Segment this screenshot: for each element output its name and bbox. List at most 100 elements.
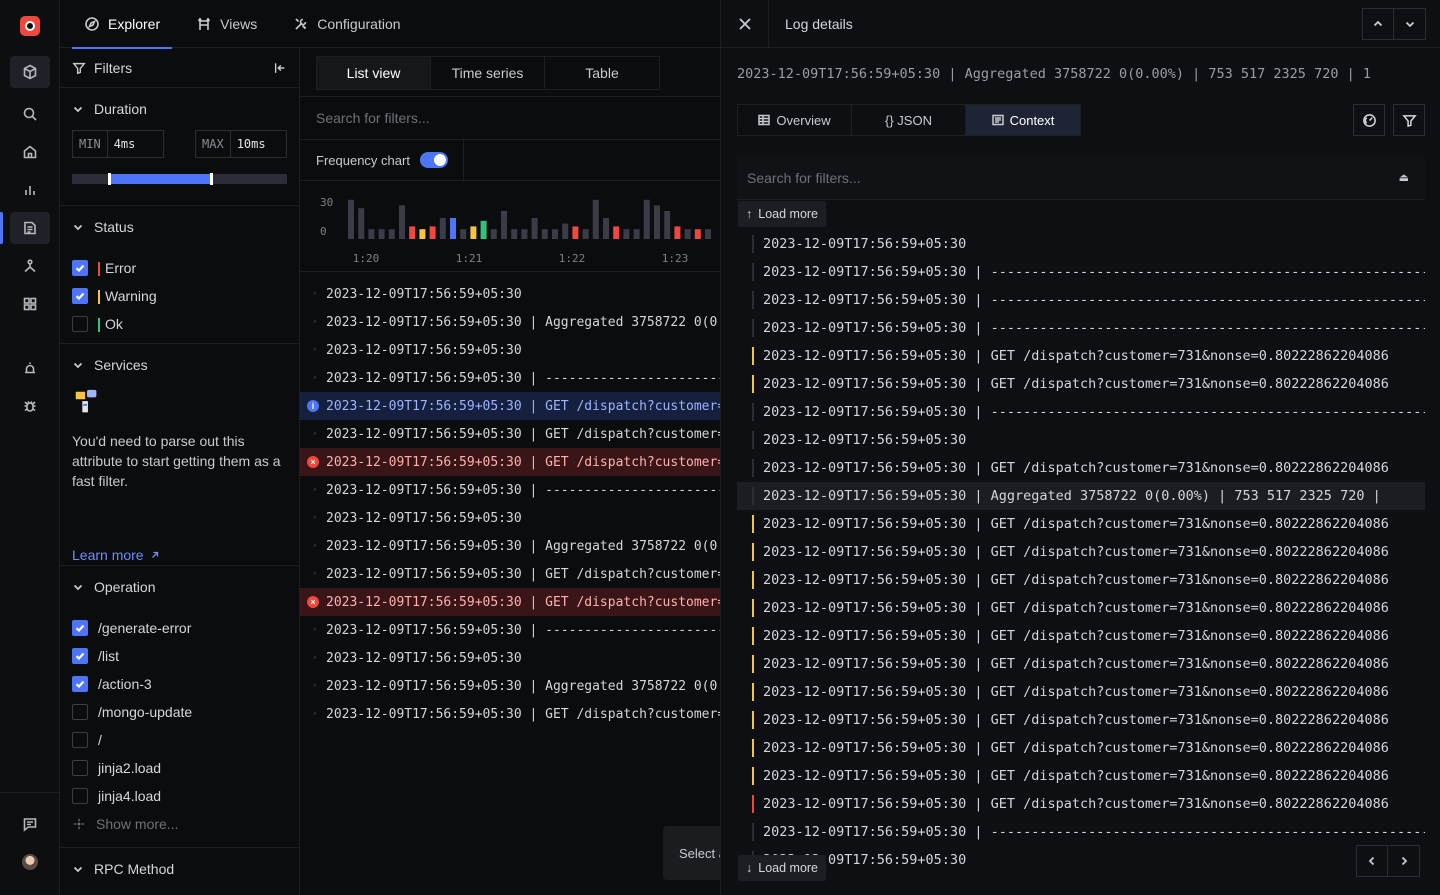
context-row[interactable]: 2023-12-09T17:56:59+05:30 | ------------… [737, 286, 1425, 314]
status-toggle[interactable]: Status [60, 206, 299, 248]
rpc-method-toggle[interactable]: RPC Method [60, 848, 299, 890]
pager-next-button[interactable] [1388, 846, 1419, 876]
context-row[interactable]: 2023-12-09T17:56:59+05:30 [737, 230, 1425, 258]
log-row[interactable]: i 2023-12-09T17:56:59+05:30 | GET /dispat… [300, 392, 720, 420]
status-option-warning[interactable]: Warning [60, 282, 299, 310]
rail-dashboards-button[interactable] [10, 288, 50, 320]
context-row[interactable]: 2023-12-09T17:56:59+05:30 | GET /dispatc… [737, 706, 1425, 734]
context-row[interactable]: 2023-12-09T17:56:59+05:30 | ------------… [737, 314, 1425, 342]
services-toggle[interactable]: Services [60, 344, 299, 386]
operation-option[interactable]: /action-3 [60, 670, 299, 698]
rail-charts-button[interactable] [10, 174, 50, 206]
tab-explorer[interactable]: Explorer [72, 0, 173, 49]
log-row[interactable]: › 2023-12-09T17:56:59+05:30 [300, 504, 720, 532]
operation-checkbox[interactable] [72, 676, 88, 692]
context-row[interactable]: 2023-12-09T17:56:59+05:30 | GET /dispatc… [737, 342, 1425, 370]
log-row[interactable]: › 2023-12-09T17:56:59+05:30 | -----------… [300, 616, 720, 644]
context-row[interactable]: 2023-12-09T17:56:59+05:30 | ------------… [737, 258, 1425, 286]
learn-more-link[interactable]: Learn more [60, 545, 299, 565]
rail-alerts-button[interactable] [10, 352, 50, 384]
operation-option[interactable]: / [60, 726, 299, 754]
load-more-top-button[interactable]: ↑ Load more [738, 201, 827, 227]
context-row[interactable]: 2023-12-09T17:56:59+05:30 | GET /dispatc… [737, 734, 1425, 762]
collapse-sidebar-icon[interactable] [273, 61, 287, 75]
load-more-bottom-button[interactable]: ↓ Load more [738, 855, 827, 881]
log-row[interactable]: › 2023-12-09T17:56:59+05:30 [300, 336, 720, 364]
rail-home-button[interactable] [10, 136, 50, 168]
operation-option[interactable]: jinja2.load [60, 754, 299, 782]
context-row[interactable]: 2023-12-09T17:56:59+05:30 [737, 426, 1425, 454]
log-row[interactable]: × 2023-12-09T17:56:59+05:30 | GET /dispat… [300, 448, 720, 476]
rail-feedback-button[interactable] [10, 808, 50, 840]
operation-checkbox[interactable] [72, 788, 88, 804]
status-checkbox[interactable] [72, 316, 88, 332]
context-row[interactable]: 2023-12-09T17:56:59+05:30 | GET /dispatc… [737, 762, 1425, 790]
context-row[interactable]: 2023-12-09T17:56:59+05:30 | ------------… [737, 818, 1425, 846]
context-row[interactable]: 2023-12-09T17:56:59+05:30 | ------------… [737, 398, 1425, 426]
duration-min-handle[interactable] [107, 173, 111, 185]
context-row[interactable]: 2023-12-09T17:56:59+05:30 | GET /dispatc… [737, 622, 1425, 650]
log-row[interactable]: › 2023-12-09T17:56:59+05:30 | GET /dispat… [300, 560, 720, 588]
pager-prev-button[interactable] [1357, 846, 1388, 876]
context-row[interactable]: 2023-12-09T17:56:59+05:30 | GET /dispatc… [737, 370, 1425, 398]
context-row[interactable]: 2023-12-09T17:56:59+05:30 | GET /dispatc… [737, 510, 1425, 538]
tab-views[interactable]: Views [184, 0, 269, 48]
operation-checkbox[interactable] [72, 648, 88, 664]
context-row[interactable]: 2023-12-09T17:56:59+05:30 | GET /dispatc… [737, 790, 1425, 818]
operation-toggle[interactable]: Operation [60, 566, 299, 608]
operation-option[interactable]: /mongo-update [60, 698, 299, 726]
status-checkbox[interactable] [72, 260, 88, 276]
close-button[interactable] [721, 0, 769, 48]
context-search-input[interactable]: Search for filters... ⏏ [737, 156, 1425, 200]
context-row-selected[interactable]: 2023-12-09T17:56:59+05:30 | Aggregated 3… [737, 482, 1425, 510]
status-option-ok[interactable]: Ok [60, 310, 299, 338]
next-log-button[interactable] [1394, 9, 1425, 39]
log-row[interactable]: › 2023-12-09T17:56:59+05:30 [300, 280, 720, 308]
previous-log-button[interactable] [1363, 9, 1394, 39]
tab-configuration[interactable]: Configuration [281, 0, 412, 48]
log-row[interactable]: › 2023-12-09T17:56:59+05:30 | Aggregated … [300, 672, 720, 700]
operation-checkbox[interactable] [72, 620, 88, 636]
duration-toggle[interactable]: Duration [60, 88, 299, 130]
status-checkbox[interactable] [72, 288, 88, 304]
eject-icon[interactable]: ⏏ [1399, 171, 1409, 184]
log-row[interactable]: › 2023-12-09T17:56:59+05:30 | -----------… [300, 364, 720, 392]
tab-json[interactable]: {} JSON [852, 105, 966, 135]
context-row[interactable]: 2023-12-09T17:56:59+05:30 | GET /dispatc… [737, 594, 1425, 622]
log-row[interactable]: › 2023-12-09T17:56:59+05:30 [300, 644, 720, 672]
context-row[interactable]: 2023-12-09T17:56:59+05:30 | GET /dispatc… [737, 538, 1425, 566]
log-row[interactable]: › 2023-12-09T17:56:59+05:30 | GET /dispat… [300, 700, 720, 728]
rail-exceptions-button[interactable] [10, 390, 50, 422]
operation-checkbox[interactable] [72, 760, 88, 776]
context-row[interactable]: 2023-12-09T17:56:59+05:30 | GET /dispatc… [737, 566, 1425, 594]
rail-logs-button[interactable] [10, 212, 50, 244]
duration-max-field[interactable]: MAX 10ms [195, 130, 287, 158]
log-row[interactable]: × 2023-12-09T17:56:59+05:30 | GET /dispat… [300, 588, 720, 616]
context-row[interactable]: 2023-12-09T17:56:59+05:30 | GET /dispatc… [737, 650, 1425, 678]
rail-traces-button[interactable] [10, 250, 50, 282]
context-row[interactable]: 2023-12-09T17:56:59+05:30 | GET /dispatc… [737, 678, 1425, 706]
duration-min-field[interactable]: MIN 4ms [72, 130, 164, 158]
live-tail-button[interactable] [1353, 104, 1385, 136]
operation-option[interactable]: jinja4.load [60, 782, 299, 810]
operation-checkbox[interactable] [72, 704, 88, 720]
log-search-input[interactable]: Search for filters... [300, 96, 720, 140]
tab-overview[interactable]: Overview [738, 105, 852, 135]
app-logo[interactable] [20, 16, 40, 36]
duration-range-slider[interactable] [72, 173, 287, 185]
log-row[interactable]: › 2023-12-09T17:56:59+05:30 | -----------… [300, 476, 720, 504]
tab-time-series[interactable]: Time series [431, 57, 545, 89]
rail-search-button[interactable] [10, 98, 50, 130]
filter-button[interactable] [1393, 104, 1425, 136]
rail-explore-button[interactable] [10, 56, 50, 88]
status-option-error[interactable]: Error [60, 254, 299, 282]
log-row[interactable]: › 2023-12-09T17:56:59+05:30 | Aggregated … [300, 308, 720, 336]
duration-max-handle[interactable] [210, 173, 214, 185]
tab-list-view[interactable]: List view [317, 57, 431, 89]
operation-checkbox[interactable] [72, 732, 88, 748]
context-row[interactable]: 2023-12-09T17:56:59+05:30 | GET /dispatc… [737, 454, 1425, 482]
frequency-chart-toggle[interactable] [419, 152, 448, 168]
log-row[interactable]: › 2023-12-09T17:56:59+05:30 | Aggregated … [300, 532, 720, 560]
tab-context[interactable]: Context [966, 105, 1080, 135]
show-more-button[interactable]: Show more... [60, 810, 299, 838]
